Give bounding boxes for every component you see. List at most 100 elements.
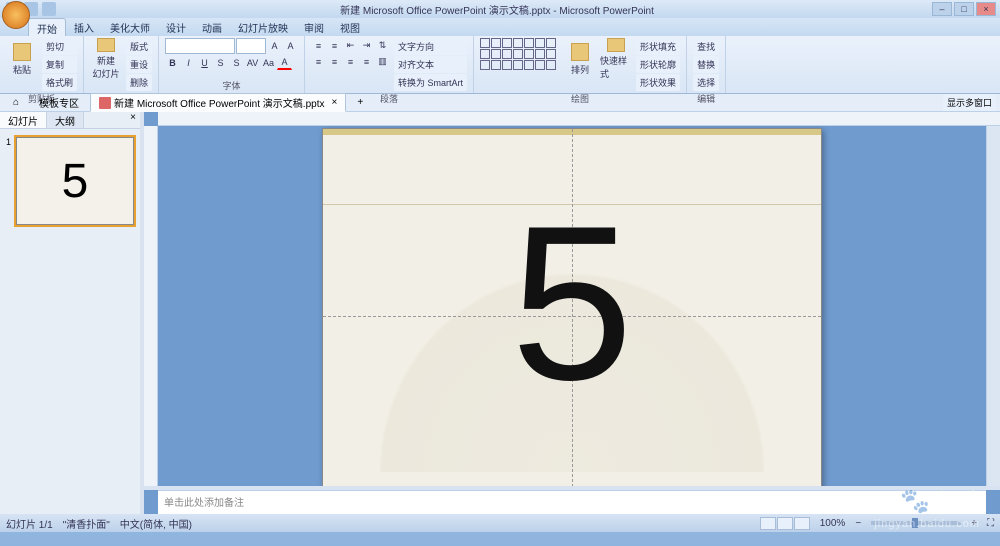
slide-big-number[interactable]: 5 <box>511 176 633 429</box>
status-language[interactable]: 中文(简体, 中国) <box>120 516 192 531</box>
sorter-view-button[interactable] <box>777 517 793 530</box>
shape-icon[interactable] <box>535 49 545 59</box>
doc-tab-add[interactable]: + <box>348 95 372 110</box>
doc-tab-home[interactable]: ⌂ <box>4 95 28 110</box>
zoom-thumb[interactable] <box>912 518 918 528</box>
notes-pane[interactable]: 单击此处添加备注 <box>158 490 986 514</box>
shape-icon[interactable] <box>480 60 490 70</box>
numbering-button[interactable]: ≡ <box>327 38 342 53</box>
strike-button[interactable]: S <box>213 55 228 70</box>
shape-icon[interactable] <box>535 38 545 48</box>
bullets-button[interactable]: ≡ <box>311 38 326 53</box>
tab-slideshow[interactable]: 幻灯片放映 <box>230 18 296 36</box>
tab-home[interactable]: 开始 <box>28 18 66 36</box>
grow-font-button[interactable]: A <box>267 38 282 53</box>
tab-beautify[interactable]: 美化大师 <box>102 18 158 36</box>
shape-effect-button[interactable]: 形状效果 <box>636 74 680 91</box>
format-painter-button[interactable]: 格式刷 <box>42 74 77 91</box>
delete-button[interactable]: 删除 <box>126 74 152 91</box>
shape-icon[interactable] <box>480 38 490 48</box>
shape-icon[interactable] <box>491 38 501 48</box>
text-direction-button[interactable]: 文字方向 <box>394 38 467 55</box>
slideshow-view-button[interactable] <box>794 517 810 530</box>
shape-icon[interactable] <box>491 49 501 59</box>
align-text-button[interactable]: 对齐文本 <box>394 56 467 73</box>
replace-button[interactable]: 替换 <box>693 56 719 73</box>
select-button[interactable]: 选择 <box>693 74 719 91</box>
doc-tab-current[interactable]: 新建 Microsoft Office PowerPoint 演示文稿.pptx… <box>90 93 346 112</box>
underline-button[interactable]: U <box>197 55 212 70</box>
new-slide-button[interactable]: 新建 幻灯片 <box>90 38 122 80</box>
indent-dec-button[interactable]: ⇤ <box>343 38 358 53</box>
shape-icon[interactable] <box>513 49 523 59</box>
shape-icon[interactable] <box>491 60 501 70</box>
zoom-out-button[interactable]: − <box>855 518 861 529</box>
indent-inc-button[interactable]: ⇥ <box>359 38 374 53</box>
tab-anim[interactable]: 动画 <box>194 18 230 36</box>
tab-close-icon[interactable]: × <box>331 97 337 108</box>
shape-icon[interactable] <box>524 60 534 70</box>
multi-window-button[interactable]: 显示多窗口 <box>943 94 996 111</box>
tab-view[interactable]: 视图 <box>332 18 368 36</box>
quick-style-button[interactable]: 快速样式 <box>600 38 632 80</box>
slide[interactable]: 5 <box>322 128 822 486</box>
office-button[interactable] <box>2 1 30 29</box>
bold-button[interactable]: B <box>165 55 180 70</box>
shape-icon[interactable] <box>546 60 556 70</box>
shape-icon[interactable] <box>546 38 556 48</box>
font-size-combo[interactable] <box>236 38 266 54</box>
close-button[interactable]: × <box>976 2 996 16</box>
shape-icon[interactable] <box>524 38 534 48</box>
align-right-button[interactable]: ≡ <box>343 54 358 69</box>
minimize-button[interactable]: – <box>932 2 952 16</box>
shape-fill-button[interactable]: 形状填充 <box>636 38 680 55</box>
shapes-gallery[interactable] <box>480 38 560 70</box>
align-center-button[interactable]: ≡ <box>327 54 342 69</box>
fit-window-button[interactable]: ⛶ <box>987 518 994 529</box>
reset-button[interactable]: 重设 <box>126 56 152 73</box>
slide-thumbnail[interactable]: 5 <box>16 137 134 225</box>
shape-icon[interactable] <box>502 60 512 70</box>
normal-view-button[interactable] <box>760 517 776 530</box>
shape-icon[interactable] <box>513 38 523 48</box>
shape-icon[interactable] <box>502 38 512 48</box>
case-button[interactable]: Aa <box>261 55 276 70</box>
arrange-button[interactable]: 排列 <box>564 38 596 80</box>
shadow-button[interactable]: S <box>229 55 244 70</box>
shape-icon[interactable] <box>502 49 512 59</box>
zoom-in-button[interactable]: + <box>971 518 977 529</box>
slide-canvas[interactable]: 5 <box>158 126 986 486</box>
maximize-button[interactable]: □ <box>954 2 974 16</box>
pane-close-icon[interactable]: × <box>126 112 140 128</box>
spacing-button[interactable]: AV <box>245 55 260 70</box>
smartart-button[interactable]: 转换为 SmartArt <box>394 74 467 91</box>
tab-design[interactable]: 设计 <box>158 18 194 36</box>
pane-tab-slides[interactable]: 幻灯片 <box>0 112 47 128</box>
paste-button[interactable]: 粘贴 <box>6 38 38 80</box>
shape-icon[interactable] <box>535 60 545 70</box>
horizontal-ruler[interactable] <box>158 112 1000 126</box>
tab-insert[interactable]: 插入 <box>66 18 102 36</box>
font-color-button[interactable]: A <box>277 55 292 70</box>
italic-button[interactable]: I <box>181 55 196 70</box>
tab-review[interactable]: 审阅 <box>296 18 332 36</box>
vertical-ruler[interactable] <box>144 126 158 486</box>
font-family-combo[interactable] <box>165 38 235 54</box>
thumbnail-list[interactable]: 1 5 <box>0 129 140 514</box>
doc-tab-templates[interactable]: 模板专区 <box>30 93 88 112</box>
shape-outline-button[interactable]: 形状轮廓 <box>636 56 680 73</box>
qat-redo-icon[interactable] <box>42 2 56 16</box>
zoom-slider[interactable] <box>871 521 961 525</box>
cut-button[interactable]: 剪切 <box>42 38 77 55</box>
shape-icon[interactable] <box>480 49 490 59</box>
zoom-percent[interactable]: 100% <box>820 518 846 529</box>
align-left-button[interactable]: ≡ <box>311 54 326 69</box>
find-button[interactable]: 查找 <box>693 38 719 55</box>
linespacing-button[interactable]: ⇅ <box>375 38 390 53</box>
shape-icon[interactable] <box>513 60 523 70</box>
shape-icon[interactable] <box>524 49 534 59</box>
shape-icon[interactable] <box>546 49 556 59</box>
layout-button[interactable]: 版式 <box>126 38 152 55</box>
justify-button[interactable]: ≡ <box>359 54 374 69</box>
pane-tab-outline[interactable]: 大纲 <box>47 112 84 128</box>
